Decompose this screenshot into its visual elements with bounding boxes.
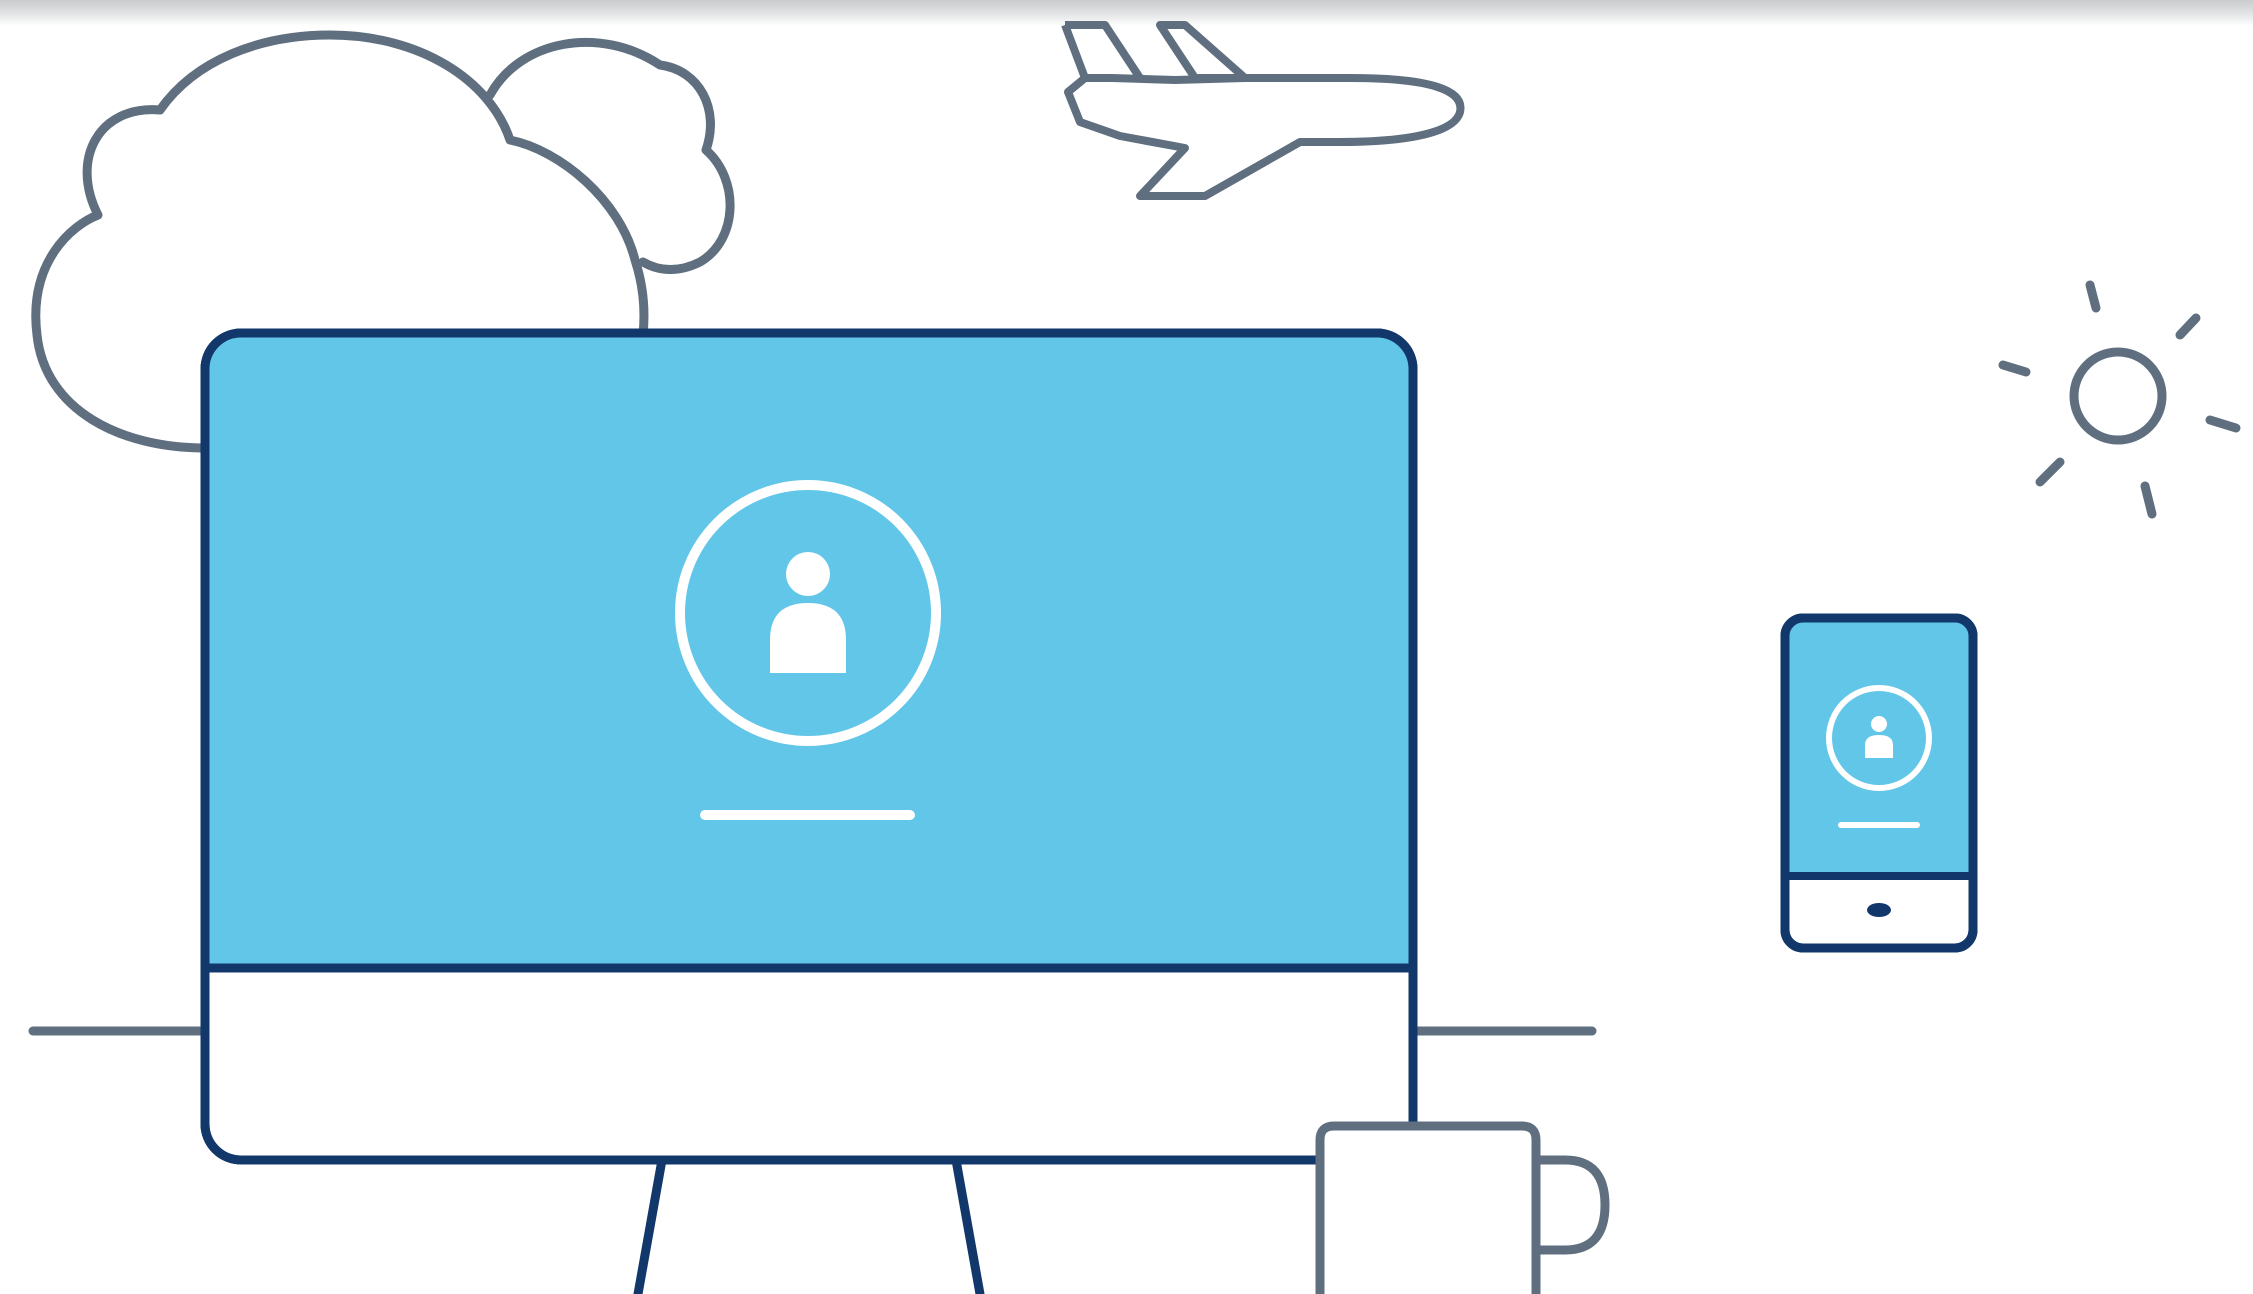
monitor-stand xyxy=(633,1155,985,1294)
login-illustration xyxy=(0,0,2253,1294)
smartphone-icon xyxy=(1780,613,1978,953)
illustration-canvas xyxy=(28,21,2241,1294)
airplane-icon xyxy=(1061,21,1465,200)
desktop-monitor-icon xyxy=(200,328,1418,1165)
sun-icon xyxy=(1998,280,2241,519)
coffee-mug-icon xyxy=(1315,1121,1610,1294)
